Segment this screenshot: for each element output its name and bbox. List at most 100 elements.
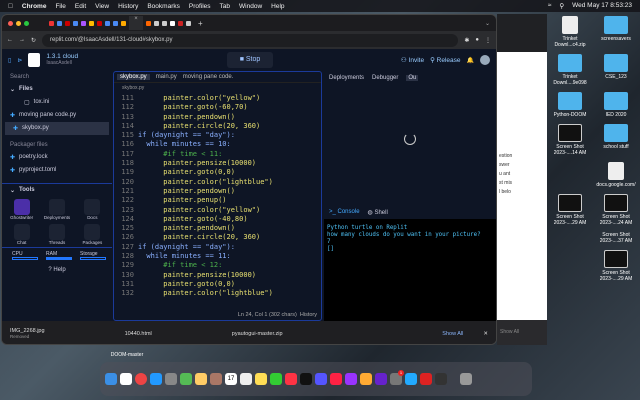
- tool-chat[interactable]: Chat: [6, 224, 37, 245]
- desktop-item[interactable]: school stuff: [594, 124, 638, 156]
- tab-favicon[interactable]: [162, 20, 167, 26]
- code-line[interactable]: 112 painter.goto(-60,70): [114, 103, 273, 112]
- desktop-item[interactable]: Screen Shot 2023-....29 AM: [594, 250, 638, 282]
- code-line[interactable]: 126 painter.circle(20, 360): [114, 233, 273, 242]
- repl-owner[interactable]: IsaacAsdell: [46, 60, 78, 67]
- tab-moving-pane[interactable]: moving pane code.: [183, 74, 234, 80]
- tab-favicon[interactable]: [170, 20, 175, 26]
- code-line[interactable]: 115 if (daynight == "day"):: [114, 131, 273, 140]
- breadcrumb[interactable]: skybox.py: [114, 83, 321, 93]
- photos-icon[interactable]: [195, 373, 207, 385]
- desktop-item[interactable]: [548, 250, 592, 282]
- tab-favicon[interactable]: [97, 20, 102, 26]
- code-line[interactable]: 129 #if time < 12:: [114, 261, 273, 270]
- code-line[interactable]: 121 painter.pendown(): [114, 187, 273, 196]
- show-all-downloads-button[interactable]: Show All: [442, 331, 463, 337]
- tab-favicon[interactable]: [186, 20, 191, 26]
- tab-favicon[interactable]: [57, 20, 62, 26]
- code-line[interactable]: 111 painter.color("yellow"): [114, 94, 273, 103]
- calendar-icon[interactable]: 17: [225, 373, 237, 385]
- desktop-item[interactable]: Screen Shot 2023-....29 AM: [548, 194, 592, 226]
- tab-favicon[interactable]: [81, 20, 86, 26]
- more-menu-icon[interactable]: ⋮: [485, 37, 491, 44]
- tool-deployments[interactable]: Deployments: [41, 199, 72, 220]
- menu-file[interactable]: File: [55, 3, 65, 10]
- tool-threads[interactable]: Threads: [41, 224, 72, 245]
- maps-icon[interactable]: [180, 373, 192, 385]
- system-settings-icon[interactable]: 1: [390, 370, 404, 385]
- download-item[interactable]: pyautogui-master.zip: [232, 331, 283, 337]
- menu-bookmarks[interactable]: Bookmarks: [147, 3, 180, 10]
- code-line[interactable]: 127 if (daynight == "day"):: [114, 243, 273, 252]
- user-avatar[interactable]: [480, 55, 490, 65]
- clock[interactable]: Wed May 17 8:53:23: [572, 2, 632, 10]
- finder-icon[interactable]: [105, 373, 117, 385]
- tab-main[interactable]: main.py: [156, 74, 177, 80]
- download-item[interactable]: 10440.html: [125, 331, 152, 337]
- wifi-icon[interactable]: ≈: [548, 2, 552, 10]
- code-line[interactable]: 124 painter.goto(-40,80): [114, 215, 273, 224]
- news-icon[interactable]: [330, 373, 342, 385]
- tool-packages[interactable]: Packages: [77, 224, 108, 245]
- tab-favicon[interactable]: [49, 20, 54, 26]
- file-item[interactable]: ✚ moving pane code.py: [2, 109, 112, 122]
- help-button[interactable]: ? Help: [2, 263, 112, 273]
- apple-icon[interactable]: : [8, 3, 13, 10]
- tab-favicon[interactable]: [146, 20, 151, 26]
- sidebar-toggle-icon[interactable]: ▯: [8, 57, 11, 64]
- tab-favicon[interactable]: [65, 20, 70, 26]
- app-icon[interactable]: [420, 373, 432, 385]
- desktop-item[interactable]: Screen Shot 2023-....37 AM: [594, 232, 638, 244]
- code-lines[interactable]: 111 painter.color("yellow") 112 painter.g…: [114, 94, 273, 299]
- desktop-item[interactable]: Trinket Downl...c4.zip: [548, 16, 592, 48]
- contacts-icon[interactable]: [210, 373, 222, 385]
- desktop-item[interactable]: screensavers: [594, 16, 638, 48]
- chrome-icon[interactable]: [135, 373, 147, 385]
- code-line[interactable]: 122 painter.penup(): [114, 196, 273, 205]
- tab-deployments[interactable]: Deployments: [329, 75, 364, 81]
- forward-icon[interactable]: →: [19, 37, 25, 43]
- desktop-item[interactable]: docs.google.com/: [594, 162, 638, 188]
- repl-name[interactable]: 1.3.1 cloud: [46, 53, 78, 60]
- code-line[interactable]: 116 while minutes == 10:: [114, 140, 273, 149]
- pages-icon[interactable]: [360, 373, 372, 385]
- menu-history[interactable]: History: [118, 3, 138, 10]
- app-icon[interactable]: [120, 373, 132, 385]
- tools-header[interactable]: ⌄ Tools: [2, 183, 112, 197]
- tv-icon[interactable]: [300, 373, 312, 385]
- code-line[interactable]: 117 #if time < 11:: [114, 150, 273, 159]
- reload-icon[interactable]: ↻: [31, 37, 36, 44]
- active-tab-close-icon[interactable]: ×: [129, 16, 143, 30]
- extensions-icon[interactable]: ✱: [464, 37, 469, 44]
- desktop-item[interactable]: Screen Shot 2023-....14 AM: [548, 124, 592, 156]
- replit-logo-icon[interactable]: ⊳: [17, 57, 22, 64]
- new-tab-button[interactable]: +: [198, 19, 203, 28]
- tab-skybox[interactable]: skybox.py: [117, 74, 150, 80]
- minimize-button[interactable]: [16, 20, 21, 26]
- trash-icon[interactable]: [460, 373, 472, 385]
- file-item[interactable]: ✚ pyproject.toml: [2, 164, 112, 177]
- notes-icon[interactable]: [255, 373, 267, 385]
- code-line[interactable]: 114 painter.circle(20, 360): [114, 122, 273, 131]
- back-icon[interactable]: ←: [7, 37, 13, 43]
- menu-edit[interactable]: Edit: [75, 3, 86, 10]
- desktop-item[interactable]: [548, 232, 592, 244]
- code-line[interactable]: 130 painter.pensize(10000): [114, 271, 273, 280]
- file-item[interactable]: ✚ poetry.lock: [2, 151, 112, 164]
- tab-favicon[interactable]: [154, 20, 159, 26]
- tab-debugger[interactable]: Debugger: [372, 75, 398, 81]
- code-line[interactable]: 123 painter.color("yellow"): [114, 206, 273, 215]
- tab-favicon[interactable]: [178, 20, 183, 26]
- imovie-icon[interactable]: [315, 373, 327, 385]
- reminders-icon[interactable]: [240, 373, 252, 385]
- console-output[interactable]: Python turtle on Replit how many clouds …: [324, 219, 496, 321]
- files-header[interactable]: ⌄ Files: [2, 83, 112, 96]
- close-downloads-icon[interactable]: ✕: [483, 331, 488, 337]
- close-window-button[interactable]: [8, 20, 13, 26]
- code-line[interactable]: 120 painter.color("lightblue"): [114, 178, 273, 187]
- resource-usage[interactable]: CPU RAM Storage: [2, 247, 112, 263]
- profile-avatar[interactable]: ●: [475, 37, 479, 43]
- code-line[interactable]: 132 painter.color("lightblue"): [114, 289, 273, 298]
- code-editor[interactable]: skybox.py main.py moving pane code. skyb…: [113, 71, 322, 321]
- desktop-item[interactable]: IED 2020: [594, 92, 638, 118]
